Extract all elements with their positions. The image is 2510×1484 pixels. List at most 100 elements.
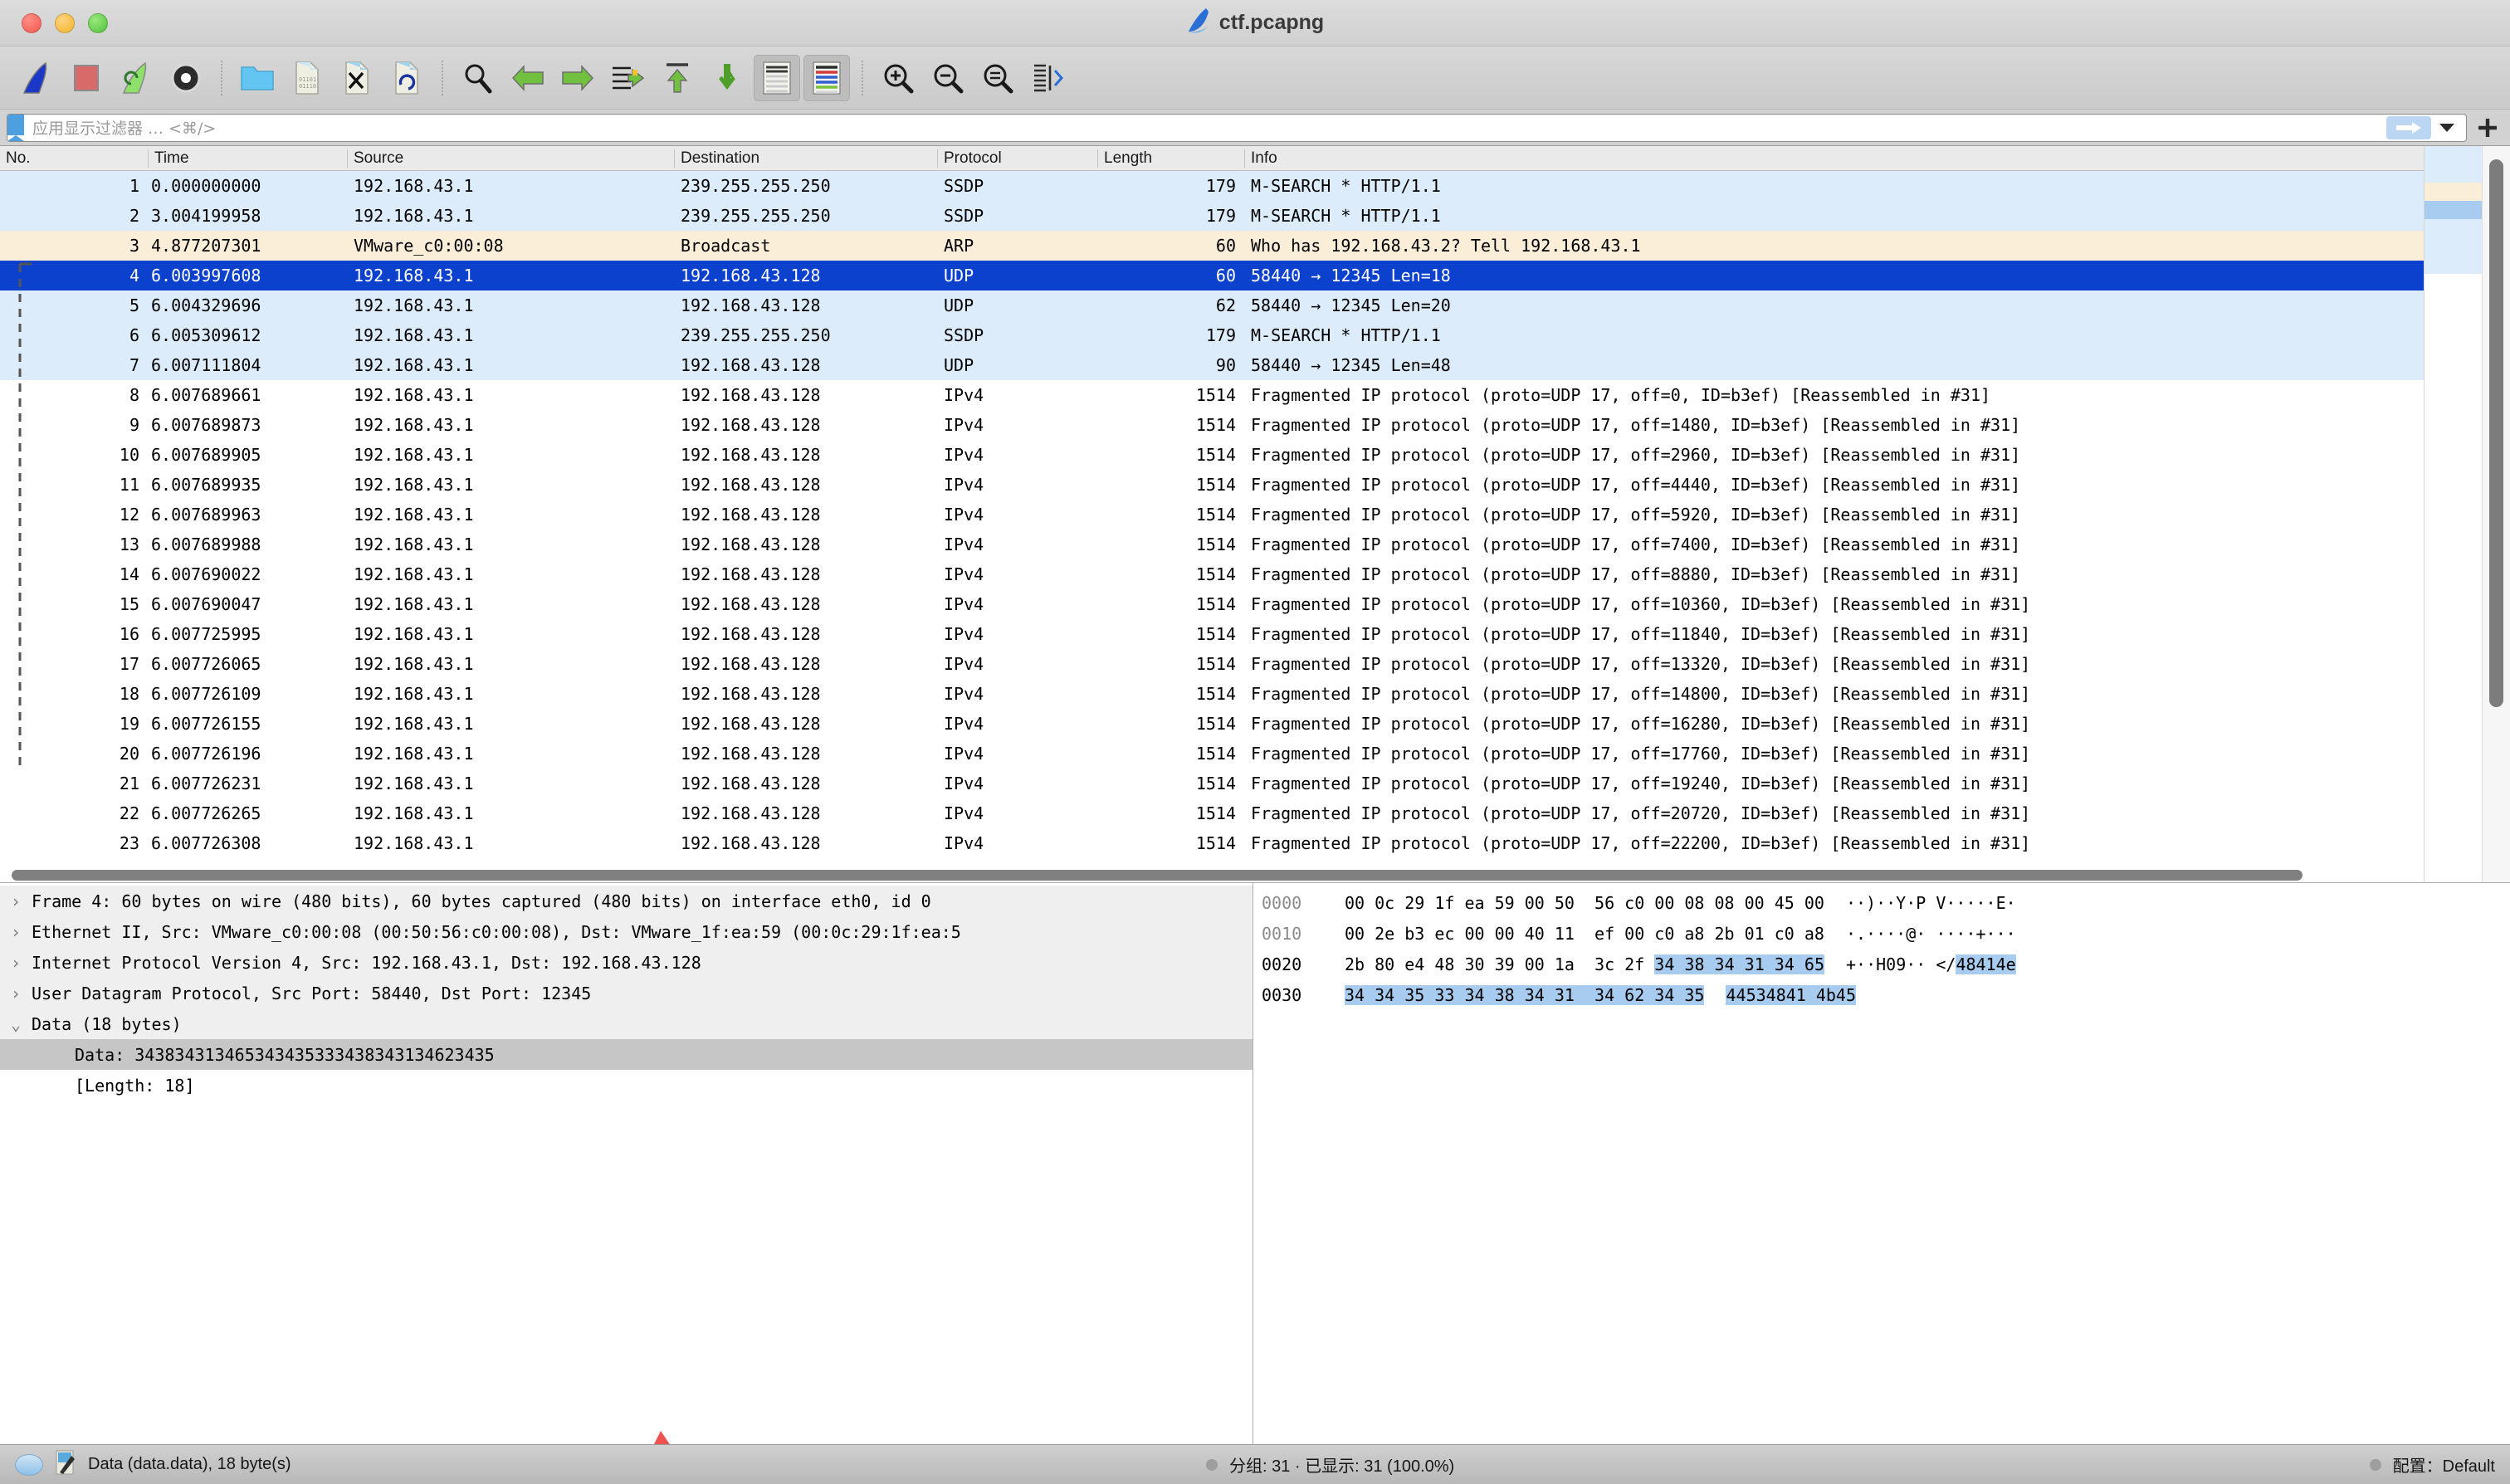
display-filter-input[interactable]: 应用显示过滤器 … <⌘/> bbox=[27, 116, 2386, 139]
detail-tree-item[interactable]: › Ethernet II, Src: VMware_c0:00:08 (00:5… bbox=[0, 916, 1253, 947]
column-header-destination[interactable]: Destination bbox=[674, 149, 937, 168]
table-row[interactable]: 13 6.007689988 192.168.43.1 192.168.43.128 I… bbox=[0, 530, 2424, 559]
table-row[interactable]: 3 4.877207301 VMware_c0:00:08 Broadcast ARP 6… bbox=[0, 231, 2424, 261]
detail-tree-item[interactable]: › Frame 4: 60 bytes on wire (480 bits), 6… bbox=[0, 886, 1253, 916]
stop-capture-button[interactable] bbox=[63, 55, 110, 101]
zoom-out-button[interactable] bbox=[925, 55, 971, 101]
scrollbar-thumb[interactable] bbox=[12, 870, 2302, 881]
chevron-right-icon[interactable]: › bbox=[0, 891, 32, 911]
cell-info: Fragmented IP protocol (proto=UDP 17, of… bbox=[1251, 774, 2031, 793]
resize-columns-button[interactable] bbox=[1024, 55, 1071, 101]
detail-tree-item[interactable]: [Length: 18] bbox=[0, 1070, 1253, 1101]
table-row[interactable]: 14 6.007690022 192.168.43.1 192.168.43.128 I… bbox=[0, 559, 2424, 589]
overview-map-row bbox=[2425, 146, 2482, 164]
cell-destination: 192.168.43.128 bbox=[681, 535, 821, 554]
detail-tree-item[interactable]: › Internet Protocol Version 4, Src: 192.1… bbox=[0, 947, 1253, 978]
packet-detail-tree[interactable]: › Frame 4: 60 bytes on wire (480 bits), 6… bbox=[0, 883, 1253, 1101]
table-row[interactable]: 23 6.007726308 192.168.43.1 192.168.43.128 I… bbox=[0, 828, 2424, 858]
hex-dump-line[interactable]: 0020 2b 80 e4 48 30 39 00 1a 3c 2f 34 38 … bbox=[1262, 949, 2510, 980]
close-file-button[interactable] bbox=[334, 55, 380, 101]
packet-list-header[interactable]: No. Time Source Destination Protocol Len… bbox=[0, 146, 2424, 171]
status-bar-profile[interactable]: 配置：Default bbox=[2393, 1452, 2495, 1477]
table-row[interactable]: 10 6.007689905 192.168.43.1 192.168.43.128 I… bbox=[0, 440, 2424, 470]
start-capture-button[interactable] bbox=[13, 55, 60, 101]
maximize-window-button[interactable] bbox=[88, 12, 108, 33]
zoom-in-button[interactable] bbox=[875, 55, 921, 101]
cell-source: 192.168.43.1 bbox=[354, 594, 474, 614]
table-row[interactable]: 16 6.007725995 192.168.43.1 192.168.43.128 I… bbox=[0, 619, 2424, 649]
close-window-button[interactable] bbox=[22, 12, 42, 33]
table-row[interactable]: 12 6.007689963 192.168.43.1 192.168.43.128 I… bbox=[0, 500, 2424, 530]
packet-list-pane[interactable]: No. Time Source Destination Protocol Len… bbox=[0, 146, 2510, 883]
window-controls[interactable] bbox=[0, 12, 108, 33]
table-row[interactable]: 8 6.007689661 192.168.43.1 192.168.43.128 IP… bbox=[0, 380, 2424, 410]
detail-tree-item[interactable]: ⌄ Data (18 bytes) bbox=[0, 1008, 1253, 1039]
save-file-button[interactable]: 01101 01110 bbox=[284, 55, 330, 101]
open-file-button[interactable] bbox=[234, 55, 281, 101]
detail-tree-item[interactable]: › User Datagram Protocol, Src Port: 58440… bbox=[0, 978, 1253, 1008]
packet-list-rows[interactable]: 1 0.000000000 192.168.43.1 239.255.255.250 S… bbox=[0, 171, 2424, 882]
table-row[interactable]: 20 6.007726196 192.168.43.1 192.168.43.128 I… bbox=[0, 739, 2424, 769]
table-row[interactable]: 1 0.000000000 192.168.43.1 239.255.255.250 S… bbox=[0, 171, 2424, 201]
packet-list-table[interactable]: No. Time Source Destination Protocol Len… bbox=[0, 146, 2424, 882]
restart-capture-button[interactable] bbox=[113, 55, 159, 101]
filter-bookmark-icon[interactable] bbox=[7, 114, 24, 141]
capture-file-properties-icon[interactable] bbox=[55, 1449, 76, 1481]
column-header-protocol[interactable]: Protocol bbox=[937, 149, 1097, 168]
zoom-reset-button[interactable] bbox=[974, 55, 1021, 101]
table-row[interactable]: 22 6.007726265 192.168.43.1 192.168.43.128 I… bbox=[0, 798, 2424, 828]
table-row[interactable]: 6 6.005309612 192.168.43.1 239.255.255.250 S… bbox=[0, 320, 2424, 350]
table-row[interactable]: 4 6.003997608 192.168.43.1 192.168.43.128 UD… bbox=[0, 261, 2424, 290]
overview-map-row bbox=[2425, 365, 2482, 383]
column-header-info[interactable]: Info bbox=[1244, 149, 2424, 168]
column-header-length[interactable]: Length bbox=[1097, 149, 1244, 168]
go-to-packet-button[interactable] bbox=[604, 55, 651, 101]
reload-file-button[interactable] bbox=[383, 55, 430, 101]
packet-list-vertical-scrollbar[interactable] bbox=[2482, 146, 2510, 882]
detail-tree-item[interactable]: Data: 3438343134653434353334383431346234… bbox=[0, 1039, 1253, 1070]
column-header-time[interactable]: Time bbox=[148, 149, 347, 168]
colorize-button[interactable] bbox=[803, 54, 850, 101]
packet-details-pane[interactable]: › Frame 4: 60 bytes on wire (480 bits), 6… bbox=[0, 883, 1253, 1444]
table-row[interactable]: 19 6.007726155 192.168.43.1 192.168.43.128 I… bbox=[0, 709, 2424, 739]
go-to-first-packet-button[interactable] bbox=[654, 55, 701, 101]
display-filter-input-wrapper[interactable]: 应用显示过滤器 … <⌘/> bbox=[7, 113, 2467, 142]
table-row[interactable]: 11 6.007689935 192.168.43.1 192.168.43.128 I… bbox=[0, 470, 2424, 500]
column-header-source[interactable]: Source bbox=[347, 149, 674, 168]
main-toolbar[interactable]: 01101 01110 bbox=[0, 46, 2510, 110]
scrollbar-thumb[interactable] bbox=[2489, 159, 2503, 707]
packet-list-horizontal-scrollbar[interactable] bbox=[0, 869, 2510, 882]
find-packet-button[interactable] bbox=[455, 55, 501, 101]
table-row[interactable]: 5 6.004329696 192.168.43.1 192.168.43.128 UD… bbox=[0, 290, 2424, 320]
column-header-no[interactable]: No. bbox=[0, 149, 148, 168]
apply-filter-button[interactable] bbox=[2386, 115, 2431, 139]
display-filter-bar[interactable]: 应用显示过滤器 … <⌘/> bbox=[0, 110, 2510, 146]
table-row[interactable]: 2 3.004199958 192.168.43.1 239.255.255.250 S… bbox=[0, 201, 2424, 231]
chevron-right-icon[interactable]: › bbox=[0, 922, 32, 942]
table-row[interactable]: 7 6.007111804 192.168.43.1 192.168.43.128 UD… bbox=[0, 350, 2424, 380]
go-to-last-packet-button[interactable] bbox=[704, 55, 750, 101]
hex-dump-line[interactable]: 0000 00 0c 29 1f ea 59 00 50 56 c0 00 08 … bbox=[1262, 888, 2510, 919]
table-row[interactable]: 17 6.007726065 192.168.43.1 192.168.43.128 I… bbox=[0, 649, 2424, 679]
table-row[interactable]: 15 6.007690047 192.168.43.1 192.168.43.128 I… bbox=[0, 589, 2424, 619]
add-filter-button[interactable] bbox=[2473, 114, 2502, 142]
hex-dump-line[interactable]: 0030 34 34 35 33 34 38 34 31 34 62 34 35 4… bbox=[1262, 980, 2510, 1011]
cell-destination: 192.168.43.128 bbox=[681, 475, 821, 495]
chevron-right-icon[interactable]: › bbox=[0, 984, 32, 1003]
go-back-button[interactable] bbox=[505, 55, 551, 101]
packet-list-overview-map[interactable] bbox=[2424, 146, 2482, 882]
minimize-window-button[interactable] bbox=[55, 12, 75, 33]
chevron-down-icon[interactable]: ⌄ bbox=[0, 1014, 32, 1034]
table-row[interactable]: 9 6.007689873 192.168.43.1 192.168.43.128 IP… bbox=[0, 410, 2424, 440]
auto-scroll-button[interactable] bbox=[754, 54, 800, 101]
packet-bytes-pane[interactable]: 0000 00 0c 29 1f ea 59 00 50 56 c0 00 08 … bbox=[1253, 883, 2510, 1444]
table-row[interactable]: 18 6.007726109 192.168.43.1 192.168.43.128 I… bbox=[0, 679, 2424, 709]
hex-dump-line[interactable]: 0010 00 2e b3 ec 00 00 40 11 ef 00 c0 a8 … bbox=[1262, 919, 2510, 949]
capture-options-button[interactable] bbox=[163, 55, 209, 101]
go-forward-button[interactable] bbox=[554, 55, 601, 101]
chevron-down-icon[interactable] bbox=[2433, 115, 2461, 140]
table-row[interactable]: 21 6.007726231 192.168.43.1 192.168.43.128 I… bbox=[0, 769, 2424, 798]
expert-info-oval-icon[interactable] bbox=[15, 1453, 43, 1476]
hex-offset: 0030 bbox=[1262, 985, 1302, 1005]
chevron-right-icon[interactable]: › bbox=[0, 953, 32, 973]
